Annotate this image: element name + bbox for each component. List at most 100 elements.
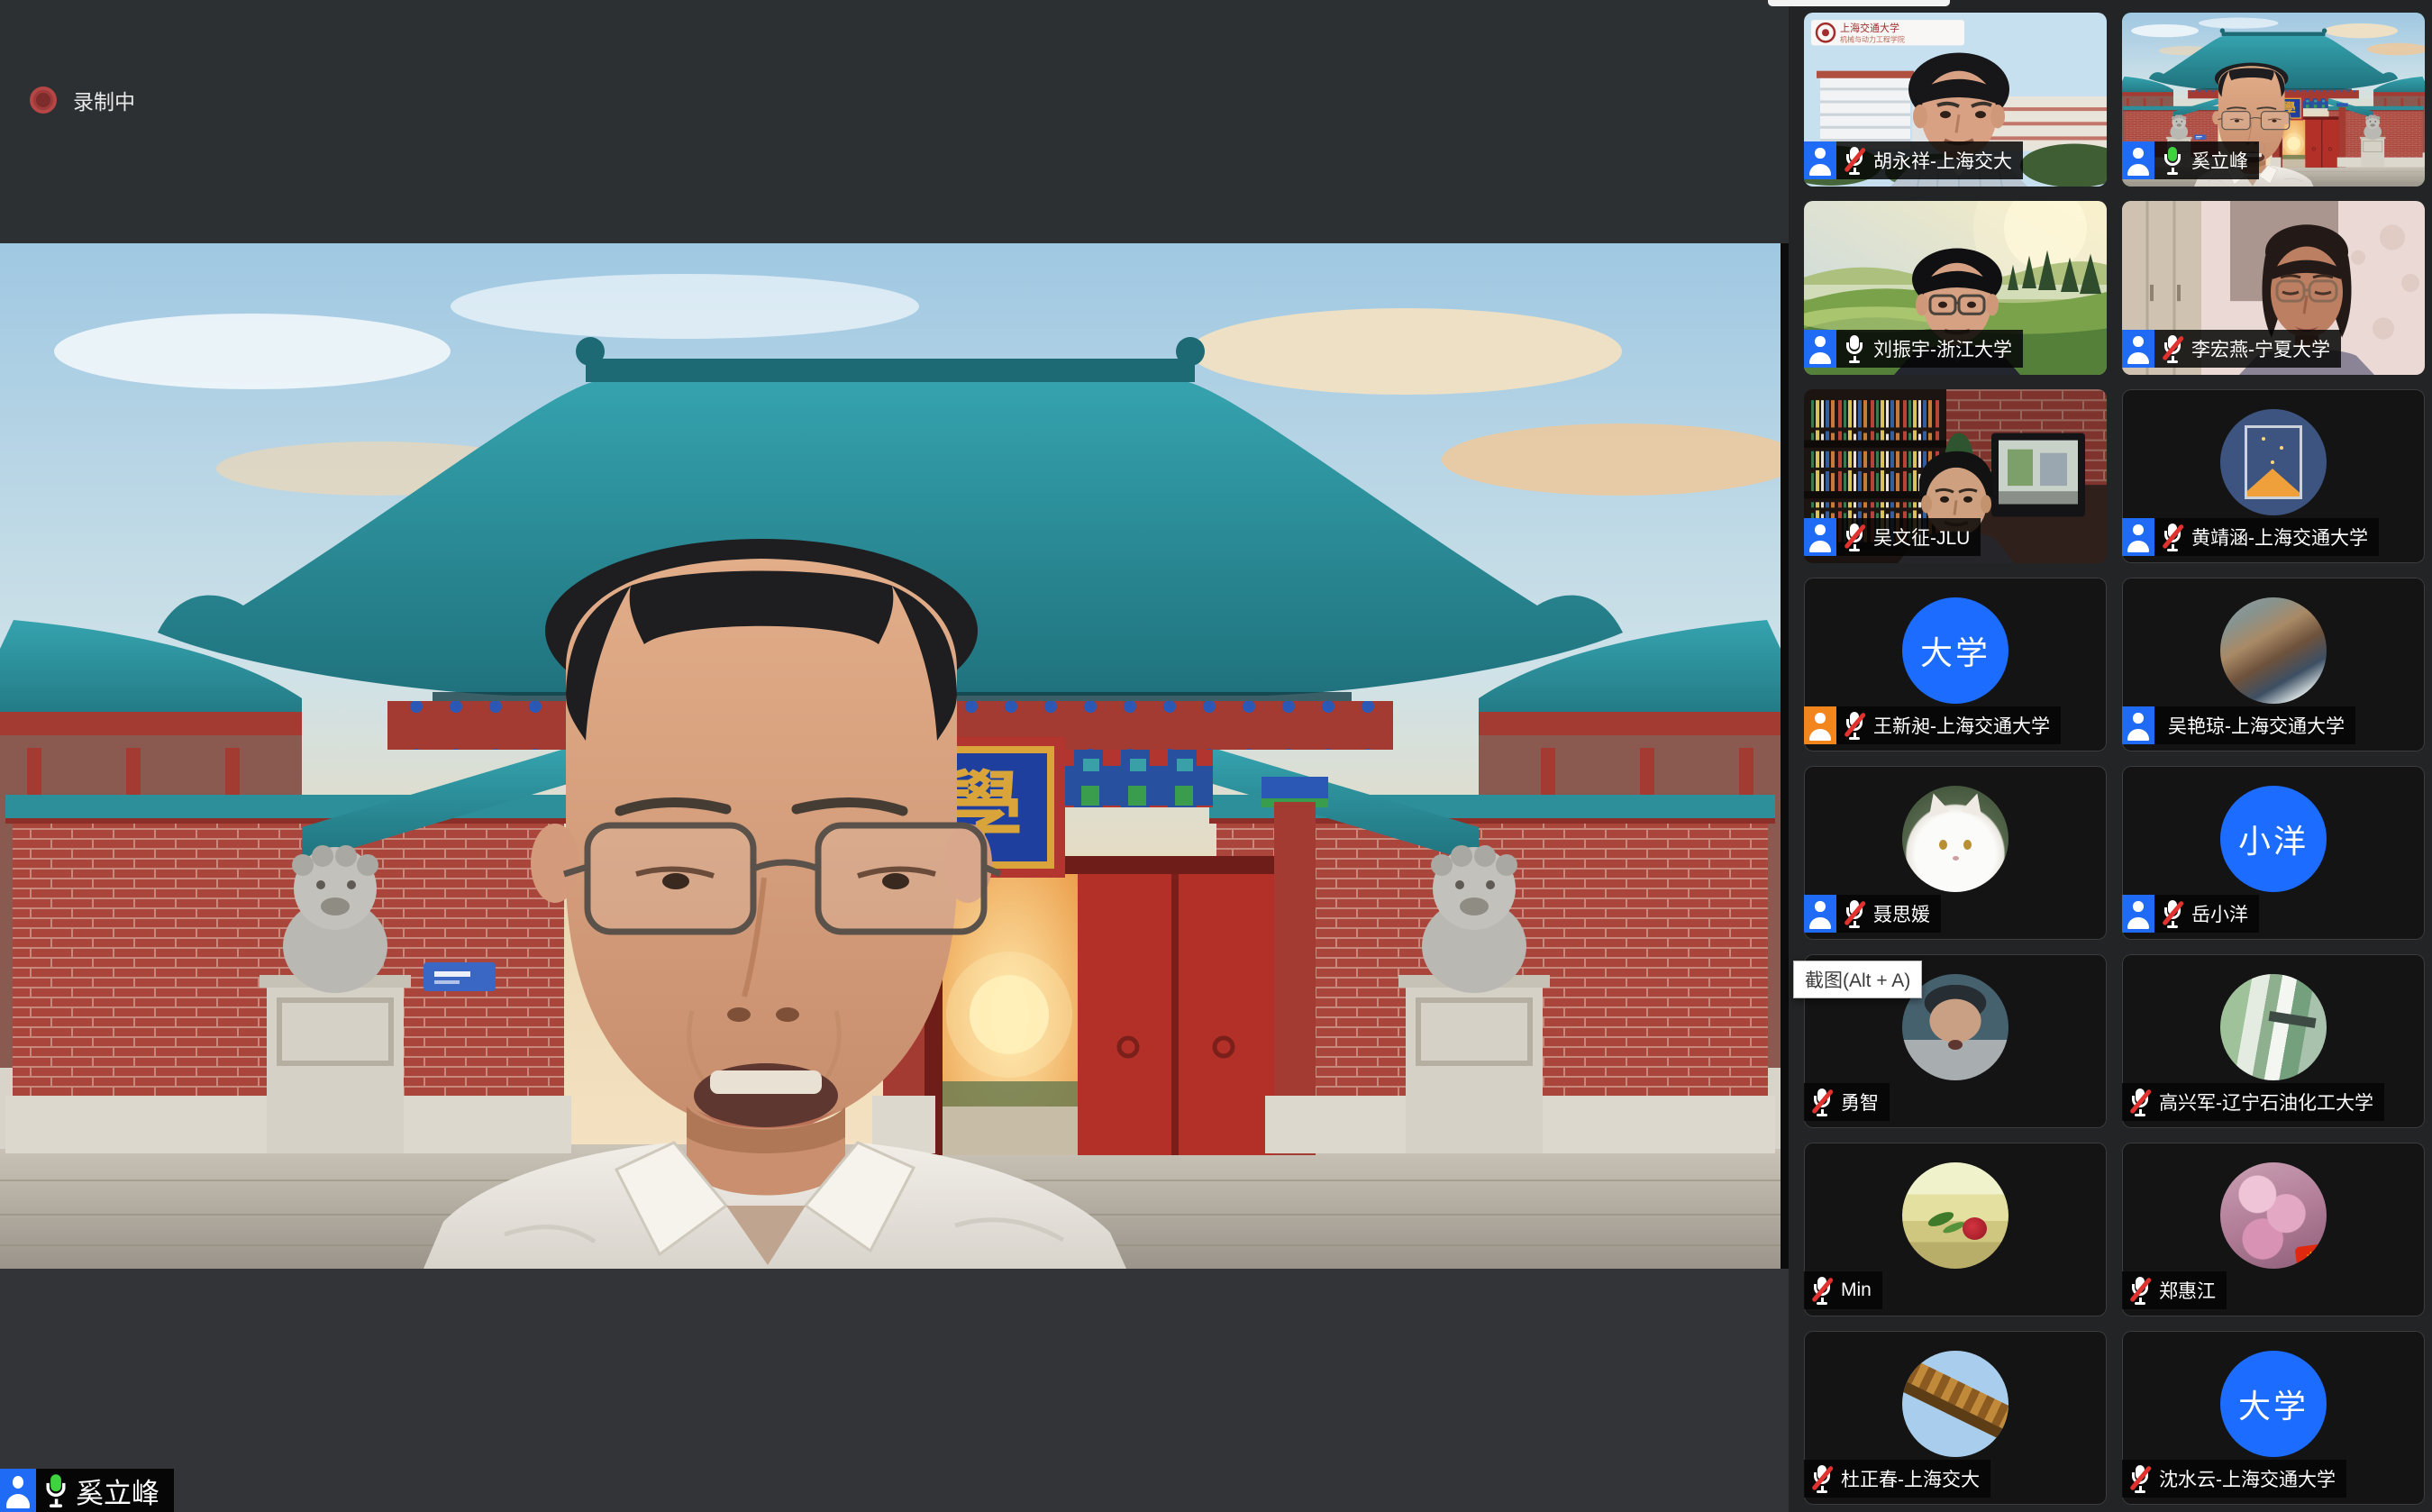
svg-text:机械与动力工程学院: 机械与动力工程学院: [1840, 34, 1905, 43]
virtual-background-scene: [0, 243, 1781, 1269]
participant-tile[interactable]: 杜正春-上海交大: [1804, 1331, 2107, 1505]
participant-name: 岳小洋: [2183, 900, 2259, 927]
mic-active-icon: [43, 1473, 68, 1507]
participant-label: 王新昶-上海交通大学: [1804, 706, 2061, 744]
participant-name: 勇智: [1833, 1088, 1890, 1116]
participant-label: 沈水云-上海交通大学: [2122, 1460, 2346, 1498]
avatar-initials: 大学: [2220, 1351, 2327, 1457]
participant-tile[interactable]: Min: [1804, 1143, 2107, 1316]
participant-icon: [1804, 518, 1836, 556]
participant-tile-active-speaker[interactable]: 奚立峰: [2122, 13, 2425, 187]
participant-name: 胡永祥-上海交大: [1865, 147, 2023, 174]
mic-active-icon: [2162, 146, 2183, 175]
main-bottom-bar: [0, 1269, 1789, 1512]
avatar-night-scene: [2220, 409, 2327, 515]
meeting-window: 录制中 奚立峰: [0, 0, 2432, 1512]
participant-icon: [0, 1469, 36, 1512]
participant-label: 吴艳琼-上海交通大学: [2122, 706, 2355, 744]
mic-muted-icon: [1844, 899, 1865, 928]
screenshot-tooltip: 截图(Alt + A): [1793, 961, 1922, 998]
participant-label: 吴文征-JLU: [1804, 518, 1981, 556]
mic-muted-icon: [1844, 523, 1865, 551]
participant-icon: [1804, 141, 1836, 179]
participant-tile[interactable]: 刘振宇-浙江大学: [1804, 201, 2107, 375]
participant-tile[interactable]: ★ 郑惠江: [2122, 1143, 2425, 1316]
mic-muted-icon: [1811, 1088, 1833, 1116]
participants-sidebar: 上海交通大学 机械与动力工程学院 胡永祥-上海交大: [1789, 0, 2432, 1512]
participant-tile[interactable]: 小洋 岳小洋: [2122, 766, 2425, 940]
mic-muted-icon: [2129, 1088, 2151, 1116]
avatar-initials: 小洋: [2220, 786, 2327, 892]
participant-name: 黄靖涵-上海交通大学: [2183, 524, 2379, 551]
avatar-cat-photo: [1902, 786, 2008, 892]
participant-tile[interactable]: 上海交通大学 机械与动力工程学院 胡永祥-上海交大: [1804, 13, 2107, 187]
participant-label: 杜正春-上海交大: [1804, 1460, 1990, 1498]
participant-icon: [1804, 706, 1836, 744]
mic-muted-icon: [1844, 146, 1865, 175]
participant-icon: [1804, 330, 1836, 368]
participant-name: 聂思媛: [1865, 900, 1941, 927]
participant-name: 刘振宇-浙江大学: [1865, 335, 2023, 362]
participant-tile[interactable]: 吴艳琼-上海交通大学: [2122, 578, 2425, 751]
participant-icon: [2122, 895, 2154, 933]
participant-tile[interactable]: 高兴军-辽宁石油化工大学: [2122, 954, 2425, 1128]
participant-label: 刘振宇-浙江大学: [1804, 330, 2023, 368]
participant-name: 奚立峰: [2183, 147, 2259, 174]
participant-label: 黄靖涵-上海交通大学: [2122, 518, 2379, 556]
participant-tile[interactable]: 黄靖涵-上海交通大学: [2122, 389, 2425, 563]
participant-name: 王新昶-上海交通大学: [1865, 712, 2061, 739]
participant-tile[interactable]: 大学 沈水云-上海交通大学: [2122, 1331, 2425, 1505]
participant-name: 高兴军-辽宁石油化工大学: [2151, 1088, 2384, 1116]
avatar-photo: [2220, 974, 2327, 1080]
participant-tile[interactable]: 大学 王新昶-上海交通大学: [1804, 578, 2107, 751]
mic-muted-icon: [2162, 523, 2183, 551]
mic-muted-icon: [2162, 334, 2183, 363]
mic-muted-icon: [1811, 1276, 1833, 1305]
svg-text:上海交通大学: 上海交通大学: [1840, 22, 1899, 34]
main-speaker-label: 奚立峰: [0, 1469, 174, 1512]
participant-icon: [2122, 706, 2154, 744]
participant-label: Min: [1804, 1271, 1882, 1309]
main-top-bar: 录制中: [0, 0, 1789, 243]
mic-muted-icon: [2162, 899, 2183, 928]
participant-tile[interactable]: 李宏燕-宁夏大学: [2122, 201, 2425, 375]
participant-tile[interactable]: 吴文征-JLU: [1804, 389, 2107, 563]
participant-name: 李宏燕-宁夏大学: [2183, 335, 2341, 362]
mic-muted-icon: [1811, 1464, 1833, 1493]
participant-label: 胡永祥-上海交大: [1804, 141, 2023, 179]
recording-indicator[interactable]: 录制中: [30, 85, 135, 115]
main-speaker-panel: 录制中 奚立峰: [0, 0, 1789, 1512]
participant-name: 吴文征-JLU: [1865, 524, 1981, 551]
participant-icon: [2122, 330, 2154, 368]
main-speaker-video[interactable]: [0, 243, 1781, 1269]
china-flag-badge: ★: [2294, 1243, 2327, 1269]
avatar-photo: [2220, 597, 2327, 704]
participant-label: 奚立峰: [2122, 141, 2259, 179]
participant-name: 沈水云-上海交通大学: [2151, 1465, 2346, 1492]
participant-label: 郑惠江: [2122, 1271, 2227, 1309]
main-speaker-name: 奚立峰: [76, 1471, 159, 1511]
floating-toolbar-edge[interactable]: [1768, 0, 1950, 6]
participant-tile[interactable]: 聂思媛: [1804, 766, 2107, 940]
avatar-initials: 大学: [1902, 597, 2008, 704]
participant-label: 聂思媛: [1804, 895, 1941, 933]
participant-label: 高兴军-辽宁石油化工大学: [2122, 1083, 2384, 1121]
mic-muted-icon: [2129, 1464, 2151, 1493]
mic-on-icon: [1844, 334, 1865, 363]
avatar-photo: [1902, 1351, 2008, 1457]
participant-icon: [2122, 518, 2154, 556]
participant-name: Min: [1833, 1280, 1882, 1301]
participant-icon: [2122, 141, 2154, 179]
participant-name: 吴艳琼-上海交通大学: [2160, 712, 2355, 739]
participant-name: 郑惠江: [2151, 1277, 2227, 1304]
mic-muted-icon: [1844, 711, 1865, 740]
participant-label: 勇智: [1804, 1083, 1890, 1121]
avatar-photo: [1902, 1162, 2008, 1269]
avatar-photo: ★: [2220, 1162, 2327, 1269]
participant-label: 岳小洋: [2122, 895, 2259, 933]
recording-label: 录制中: [73, 85, 135, 115]
mic-muted-icon: [2129, 1276, 2151, 1305]
recording-dot-icon: [30, 87, 57, 114]
participant-label: 李宏燕-宁夏大学: [2122, 330, 2341, 368]
participant-name: 杜正春-上海交大: [1833, 1465, 1990, 1492]
